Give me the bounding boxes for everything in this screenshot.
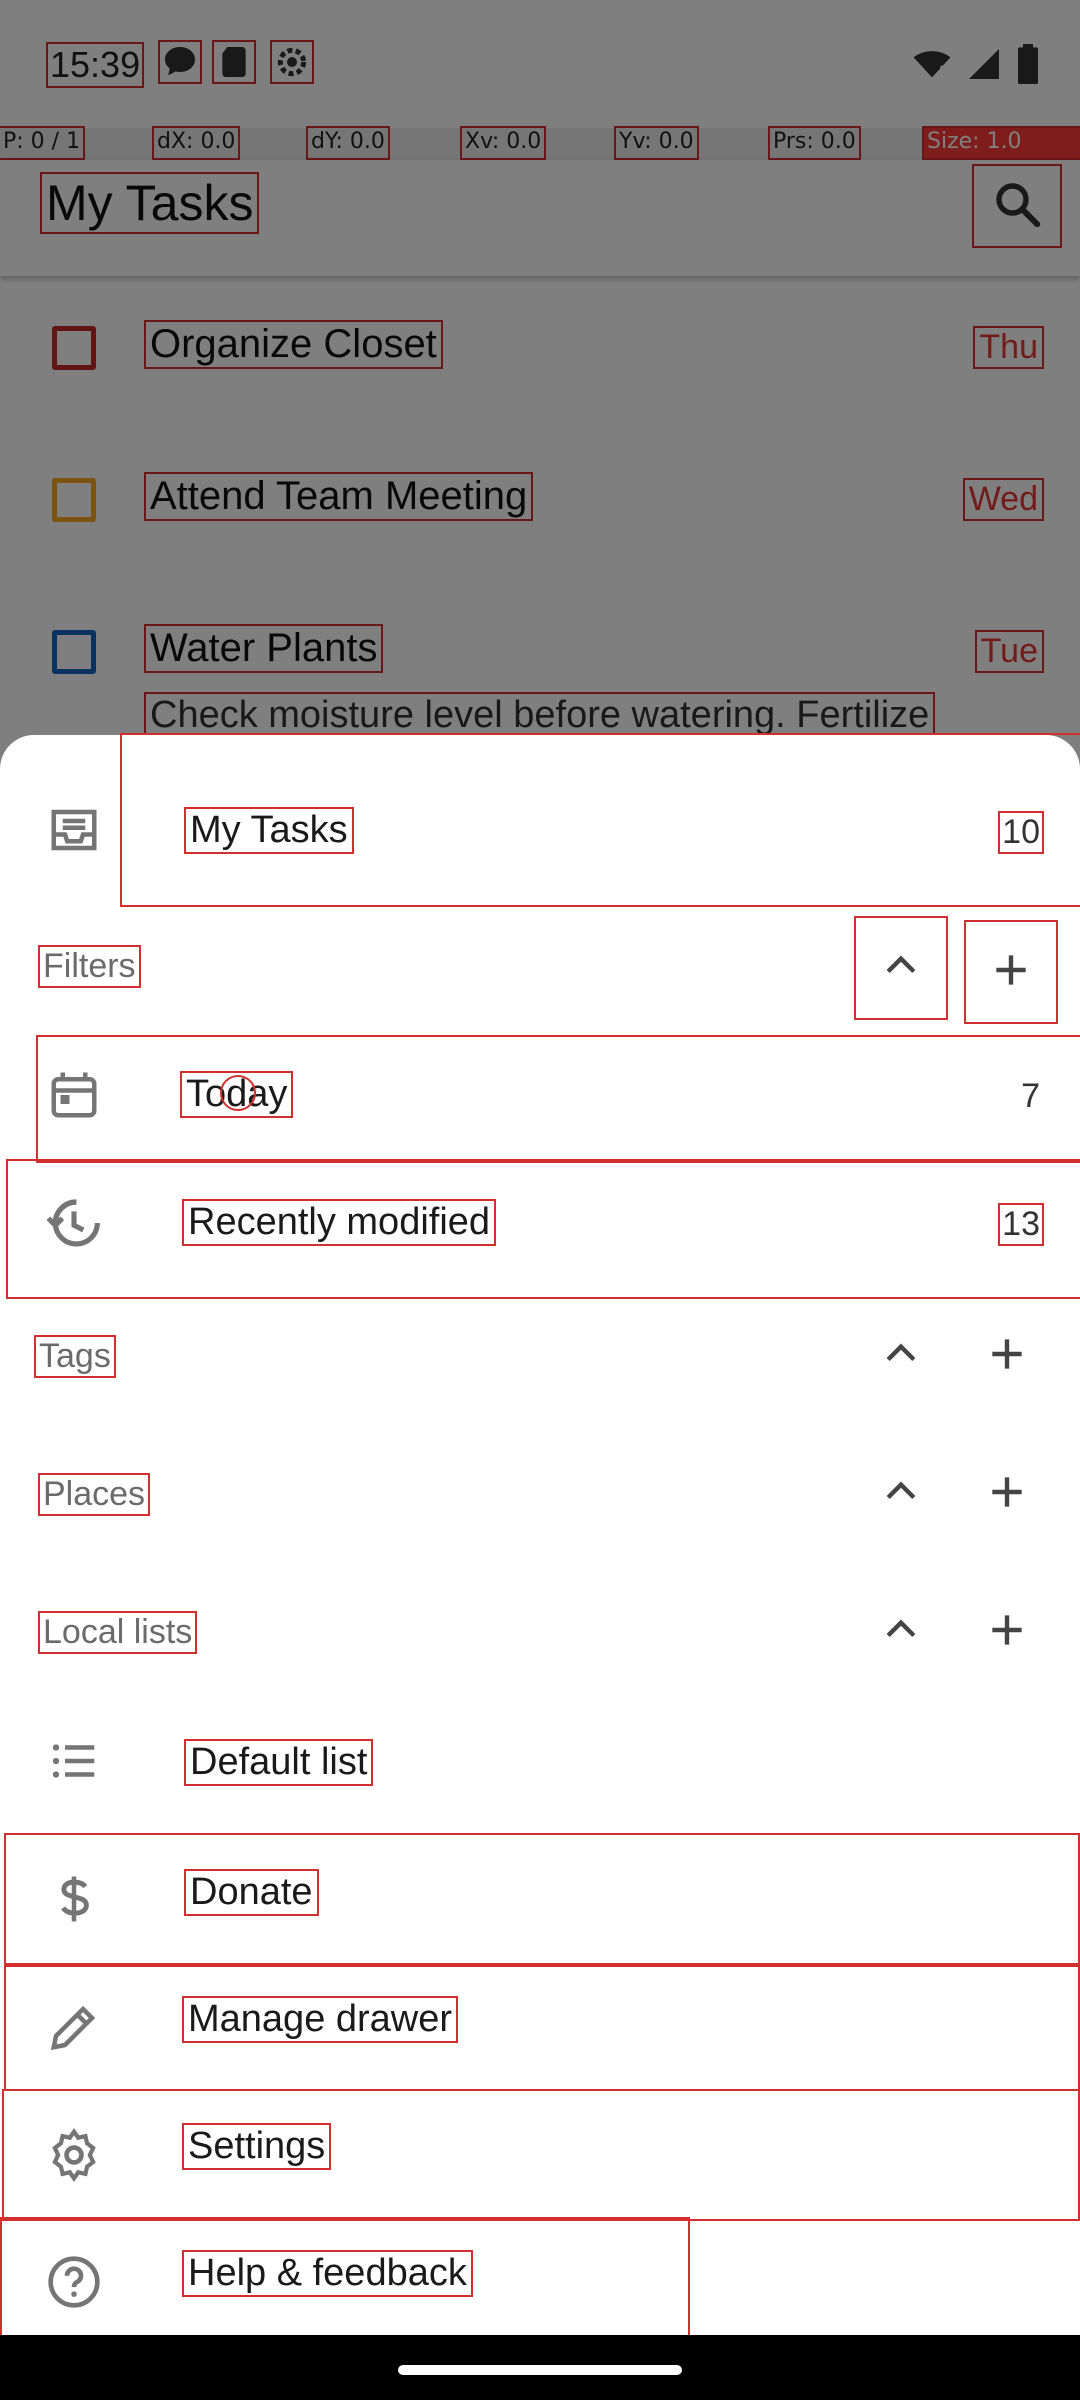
collapse-filters-button[interactable] xyxy=(854,916,948,1020)
plus-icon xyxy=(985,1332,1029,1381)
touch-indicator xyxy=(220,1075,256,1111)
section-header-places: Places xyxy=(37,1473,151,1516)
chevron-up-icon xyxy=(879,1608,923,1657)
drawer-item-label: My Tasks xyxy=(184,807,354,854)
help-icon xyxy=(44,2252,104,2312)
add-place-button[interactable] xyxy=(962,1444,1052,1544)
pencil-icon xyxy=(44,1997,104,2057)
drawer-item-label: Help & feedback xyxy=(182,2250,473,2297)
drawer-item-donate[interactable] xyxy=(4,1833,1080,1965)
dollar-icon xyxy=(44,1869,104,1929)
drawer-item-settings[interactable] xyxy=(2,2089,1080,2221)
calendar-icon xyxy=(44,1065,104,1125)
drawer-item-count: 13 xyxy=(998,1203,1044,1246)
add-tag-button[interactable] xyxy=(962,1306,1052,1406)
drawer-item-label: Manage drawer xyxy=(181,1996,459,2043)
chevron-up-icon xyxy=(879,1470,923,1519)
history-icon xyxy=(44,1193,104,1253)
drawer-item-label: Recently modified xyxy=(181,1199,497,1246)
drawer-item-count: 10 xyxy=(998,811,1044,854)
navigation-drawer: My Tasks 10 Filters Today 7 Recently mod… xyxy=(0,733,1080,2345)
collapse-local-lists-button[interactable] xyxy=(856,1582,946,1682)
plus-icon xyxy=(989,948,1033,997)
section-header-local-lists: Local lists xyxy=(37,1611,198,1654)
inbox-icon xyxy=(44,800,104,860)
collapse-places-button[interactable] xyxy=(856,1444,946,1544)
drawer-item-label: Donate xyxy=(184,1869,319,1916)
drawer-item-default-list[interactable] xyxy=(0,1701,1080,1821)
plus-icon xyxy=(985,1608,1029,1657)
drawer-item-label: Default list xyxy=(183,1739,374,1786)
list-icon xyxy=(44,1731,104,1791)
section-header-tags: Tags xyxy=(34,1335,116,1378)
add-filter-button[interactable] xyxy=(964,920,1058,1024)
home-gesture-handle[interactable] xyxy=(398,2365,682,2375)
drawer-item-recently-modified[interactable] xyxy=(6,1159,1080,1299)
gear-icon xyxy=(44,2125,104,2185)
plus-icon xyxy=(985,1470,1029,1519)
collapse-tags-button[interactable] xyxy=(856,1306,946,1406)
drawer-item-label: Settings xyxy=(181,2123,332,2170)
chevron-up-icon xyxy=(879,944,923,993)
chevron-up-icon xyxy=(879,1332,923,1381)
drawer-item-count: 7 xyxy=(1021,1077,1040,1115)
system-navigation-bar xyxy=(0,2335,1080,2400)
drawer-item-manage-drawer[interactable] xyxy=(4,1965,1080,2091)
section-header-filters: Filters xyxy=(38,945,141,988)
add-local-list-button[interactable] xyxy=(962,1582,1052,1682)
